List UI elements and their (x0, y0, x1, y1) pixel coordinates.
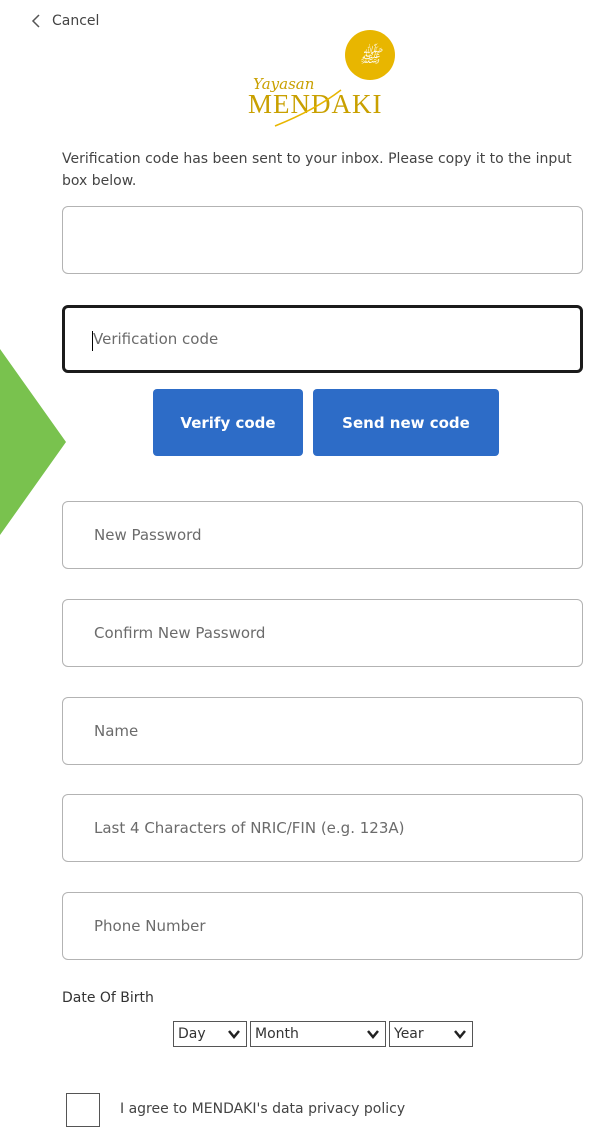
year-select-value: Year (394, 1026, 424, 1042)
svg-text:ﷺ: ﷺ (359, 43, 383, 67)
mendaki-logo: ﷺ Yayasan MENDAKI (248, 30, 395, 127)
chevron-down-icon (228, 1030, 240, 1039)
text-caret (92, 331, 93, 351)
privacy-policy-label: I agree to MENDAKI's data privacy policy (120, 1101, 406, 1117)
chevron-down-icon (454, 1030, 466, 1039)
year-select[interactable]: Year (389, 1021, 473, 1047)
cancel-link[interactable]: Cancel (30, 10, 99, 32)
chevron-down-icon (367, 1030, 379, 1039)
email-field[interactable] (62, 206, 583, 274)
send-new-code-button[interactable]: Send new code (313, 389, 499, 456)
nric-input[interactable] (62, 794, 583, 862)
verification-instructions: Verification code has been sent to your … (62, 151, 572, 189)
day-select-value: Day (178, 1026, 206, 1042)
privacy-policy-checkbox[interactable] (66, 1093, 100, 1127)
green-arrow-indicator (0, 349, 66, 535)
cancel-label: Cancel (52, 13, 100, 29)
logo-word-text: MENDAKI (248, 89, 383, 119)
verify-code-button[interactable]: Verify code (153, 389, 303, 456)
phone-number-input[interactable] (62, 892, 583, 960)
verification-code-input[interactable] (62, 305, 583, 373)
new-password-input[interactable] (62, 501, 583, 569)
chevron-left-icon (31, 14, 40, 28)
month-select[interactable]: Month (250, 1021, 386, 1047)
date-of-birth-label: Date Of Birth (62, 990, 154, 1006)
date-of-birth-selects: Day Month Year (173, 1021, 473, 1049)
name-input[interactable] (62, 697, 583, 765)
month-select-value: Month (255, 1026, 299, 1042)
confirm-password-input[interactable] (62, 599, 583, 667)
day-select[interactable]: Day (173, 1021, 247, 1047)
